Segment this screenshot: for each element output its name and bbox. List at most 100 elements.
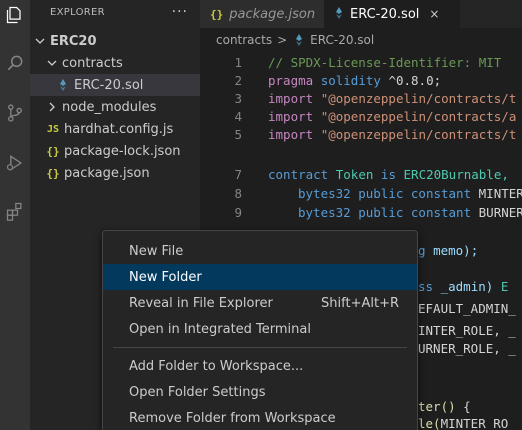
tab-label: ERC-20.sol (350, 6, 420, 22)
menu-item-label: Open Folder Settings (129, 384, 266, 400)
code-text: memo); (433, 242, 479, 258)
code-text: _admin) (440, 278, 494, 294)
code-text: URNER_ROLE, _ (418, 340, 516, 356)
line-number: 9 (234, 204, 242, 220)
code-text: BURNER (478, 204, 522, 220)
breadcrumb: contracts > ERC-20.sol (200, 28, 522, 52)
menu-separator (113, 347, 407, 348)
code-line: 2 pragma solidity ^0.8.0; (200, 70, 522, 90)
tree-root-label: ERC20 (50, 33, 97, 49)
search-icon[interactable] (0, 48, 30, 78)
tree-root-erc20[interactable]: ERC20 (30, 30, 200, 52)
code-text: g (418, 242, 426, 258)
code-text: E (500, 278, 509, 294)
run-debug-icon[interactable] (0, 148, 30, 178)
code-text: public (358, 185, 404, 201)
chevron-right-icon (46, 101, 58, 113)
code-text: le( (418, 415, 441, 430)
code-line: 7 contract Token is ERC20Burnable, (200, 164, 522, 184)
extensions-icon[interactable] (0, 196, 30, 226)
editor-tabs: {} package.json ERC-20.sol × (200, 0, 522, 28)
tab-label: package.json (229, 6, 316, 22)
code-line: 8 bytes32 public constant MINTER (200, 183, 522, 203)
tree-item-hardhat-config[interactable]: JS hardhat.config.js (30, 118, 200, 140)
code-text: solidity (320, 72, 381, 88)
more-actions-icon[interactable]: ··· (172, 4, 188, 20)
source-control-icon[interactable] (0, 98, 30, 128)
code-text: import (268, 108, 314, 124)
line-number: 2 (234, 72, 242, 88)
code-text: ss (418, 278, 434, 294)
code-line: 4 import "@openzeppelin/contracts/a (200, 106, 522, 126)
line-number: 5 (234, 126, 242, 142)
code-text: bytes32 (298, 185, 351, 201)
code-text: constant (410, 185, 472, 201)
line-number: 8 (234, 185, 242, 201)
menu-item-label: Reveal in File Explorer (129, 295, 273, 311)
code-text: INTER_ROLE, _ (418, 322, 516, 338)
explorer-title: EXPLORER (50, 6, 105, 18)
solidity-file-icon (56, 79, 70, 91)
tree-item-label: contracts (62, 55, 123, 71)
code-text: import (268, 90, 314, 106)
javascript-file-icon: JS (46, 123, 60, 135)
menu-item-remove-folder-from-workspace[interactable]: Remove Folder from Workspace (103, 405, 417, 430)
code-text: constant (410, 204, 472, 220)
activity-bar (0, 0, 30, 430)
tab-package-json[interactable]: {} package.json (200, 0, 324, 28)
menu-item-label: Remove Folder from Workspace (129, 410, 336, 426)
breadcrumb-separator: > (277, 33, 288, 47)
code-text: EFAULT_ADMIN_ (418, 300, 516, 316)
code-line: 1 // SPDX-License-Identifier: MIT (200, 52, 522, 72)
code-text: contract (268, 166, 329, 182)
json-file-icon: {} (210, 7, 224, 21)
menu-item-open-folder-settings[interactable]: Open Folder Settings (103, 379, 417, 405)
menu-item-open-in-terminal[interactable]: Open in Integrated Terminal (103, 316, 417, 342)
solidity-file-icon (292, 34, 306, 46)
code-line: 9 bytes32 public constant BURNER (200, 202, 522, 222)
tree-item-erc20-sol[interactable]: ERC-20.sol (30, 74, 200, 96)
menu-item-label: New Folder (129, 269, 202, 285)
code-text: is (380, 166, 396, 182)
tree-item-package-json[interactable]: {} package.json (30, 162, 200, 184)
tree-item-node-modules[interactable]: node_modules (30, 96, 200, 118)
tree-item-package-lock[interactable]: {} package-lock.json (30, 140, 200, 162)
menu-item-new-file[interactable]: New File (103, 238, 417, 264)
json-file-icon: {} (46, 166, 60, 180)
json-file-icon: {} (46, 144, 60, 158)
code-line: 5 import "@openzeppelin/contracts/t (200, 124, 522, 144)
code-text: "@openzeppelin/contracts/a (320, 108, 517, 124)
menu-item-label: New File (129, 243, 184, 259)
explorer-context-menu: New File New Folder Reveal in File Explo… (102, 230, 418, 430)
breadcrumb-file[interactable]: ERC-20.sol (310, 33, 374, 47)
code-text: "@openzeppelin/contracts/t (320, 90, 517, 106)
tree-item-contracts[interactable]: contracts (30, 52, 200, 74)
code-text: import (268, 126, 314, 142)
tab-erc20-sol[interactable]: ERC-20.sol × (324, 0, 460, 28)
menu-item-reveal-in-file-explorer[interactable]: Reveal in File Explorer Shift+Alt+R (103, 290, 417, 316)
line-number: 1 (234, 54, 242, 70)
menu-item-new-folder[interactable]: New Folder (103, 264, 417, 290)
code-text: ERC20Burnable, (403, 166, 509, 182)
tree-item-label: package.json (64, 165, 150, 181)
explorer-icon[interactable] (0, 0, 30, 30)
code-text: ter() (418, 398, 456, 414)
tree-item-label: package-lock.json (64, 143, 181, 159)
code-text: public (358, 204, 404, 220)
tree-item-label: node_modules (62, 99, 157, 115)
tree-item-label: ERC-20.sol (74, 77, 144, 93)
code-text: Token (335, 166, 374, 182)
close-icon[interactable]: × (429, 7, 439, 21)
code-text: pragma (268, 72, 314, 88)
code-text: bytes32 (298, 204, 351, 220)
code-text: ^0.8.0; (388, 72, 442, 88)
code-line: 3 import "@openzeppelin/contracts/t (200, 88, 522, 108)
line-number: 7 (234, 166, 242, 182)
breadcrumb-folder[interactable]: contracts (216, 33, 272, 47)
menu-item-add-folder-to-workspace[interactable]: Add Folder to Workspace... (103, 353, 417, 379)
line-number: 3 (234, 90, 242, 106)
solidity-file-icon (334, 6, 344, 22)
tree-item-label: hardhat.config.js (64, 121, 174, 137)
menu-item-label: Open in Integrated Terminal (129, 321, 311, 337)
menu-item-label: Add Folder to Workspace... (129, 358, 304, 374)
